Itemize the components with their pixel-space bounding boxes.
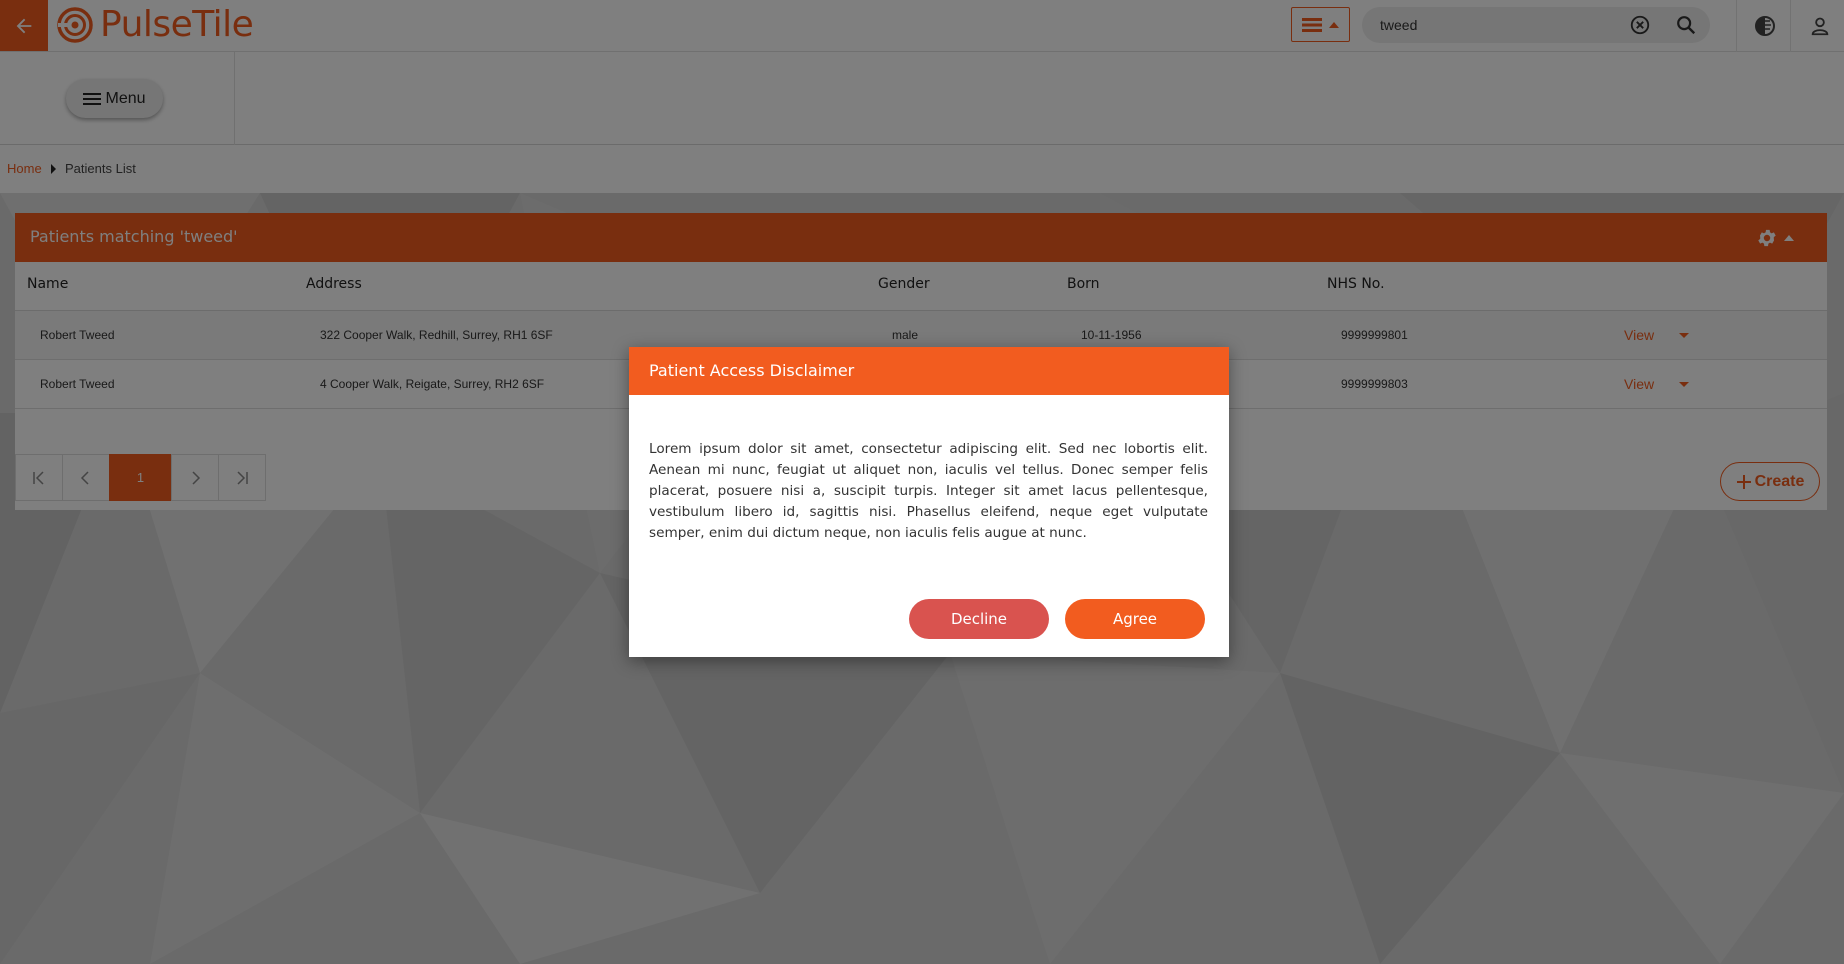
modal-title: Patient Access Disclaimer <box>649 361 855 380</box>
modal-body-text: Lorem ipsum dolor sit amet, consectetur … <box>649 441 1208 541</box>
agree-button[interactable]: Agree <box>1065 599 1205 639</box>
decline-button[interactable]: Decline <box>909 599 1049 639</box>
modal-header: Patient Access Disclaimer <box>629 347 1229 395</box>
disclaimer-modal: Patient Access Disclaimer Lorem ipsum do… <box>629 347 1229 657</box>
